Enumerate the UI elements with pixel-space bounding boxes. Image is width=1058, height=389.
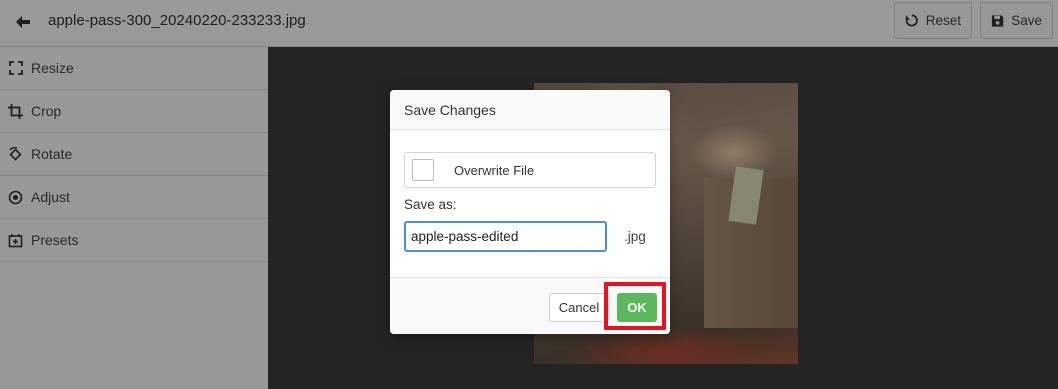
overwrite-file-option[interactable]: Overwrite File <box>404 152 656 188</box>
dialog-footer: Cancel OK <box>390 277 670 334</box>
dialog-title: Save Changes <box>390 90 670 130</box>
ok-button[interactable]: OK <box>617 293 657 322</box>
save-changes-dialog: Save Changes Overwrite File Save as: .jp… <box>390 90 670 334</box>
save-as-label: Save as: <box>404 197 457 212</box>
file-extension: .jpg <box>624 229 646 244</box>
overwrite-label: Overwrite File <box>454 162 535 178</box>
filename-input[interactable] <box>404 221 607 252</box>
overwrite-checkbox[interactable] <box>412 159 434 181</box>
cancel-button[interactable]: Cancel <box>549 293 609 322</box>
